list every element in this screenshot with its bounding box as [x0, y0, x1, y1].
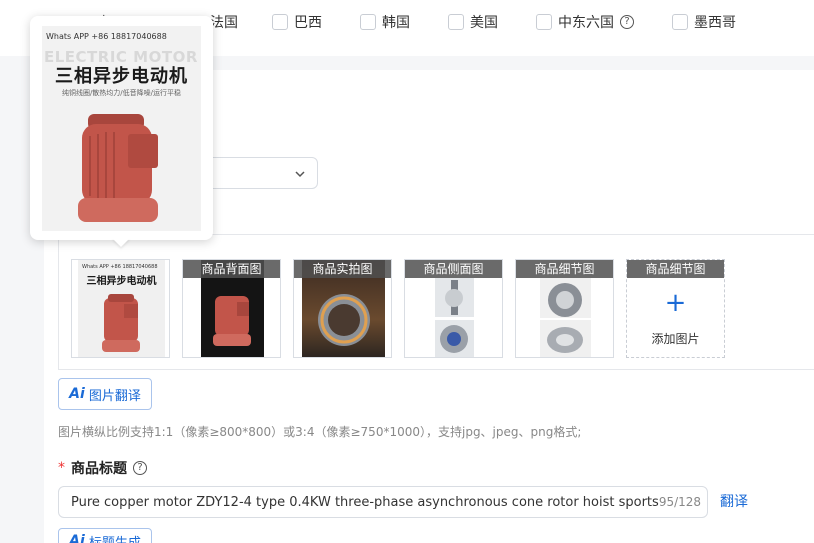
- detail-photo-bottom: [540, 320, 591, 357]
- product-image-main[interactable]: Whats APP +86 18817040688 三相异步电动机: [71, 259, 170, 358]
- country-label: 韩国: [382, 15, 410, 31]
- add-image-button[interactable]: 商品细节图 + 添加图片: [626, 259, 725, 358]
- checkbox[interactable]: [536, 14, 552, 30]
- product-title-heading: * 商品标题 ?: [58, 458, 147, 478]
- stator-image: [318, 294, 370, 346]
- detail-photo-bottom: [435, 320, 474, 357]
- country-option[interactable]: 墨西哥: [672, 12, 736, 32]
- product-image-detail[interactable]: 商品细节图: [515, 259, 614, 358]
- thumb-label: 商品侧面图: [405, 260, 502, 278]
- product-image-back[interactable]: 商品背面图: [182, 259, 281, 358]
- preview-poster: Whats APP +86 18817040688 ELECTRIC MOTOR…: [42, 26, 201, 231]
- button-label: 标题生成: [88, 535, 141, 543]
- country-option[interactable]: 中东六国 ?: [536, 12, 634, 32]
- country-label: 法国: [210, 15, 238, 31]
- section-label: 商品标题: [71, 461, 127, 477]
- country-option[interactable]: 巴西: [272, 12, 322, 32]
- country-option[interactable]: 法国: [210, 12, 238, 32]
- thumb-label: 商品细节图: [627, 260, 724, 278]
- motor-image: [102, 294, 140, 352]
- image-translate-button[interactable]: Ai 图片翻译: [58, 378, 152, 410]
- char-counter: 95/128: [658, 495, 702, 509]
- ai-icon: Ai: [69, 533, 85, 543]
- add-image-text: 添加图片: [651, 332, 700, 346]
- product-title-input[interactable]: Pure copper motor ZDY12-4 type 0.4KW thr…: [58, 486, 708, 518]
- poster-thumb: Whats APP +86 18817040688 三相异步电动机: [78, 260, 165, 357]
- country-label: 中东六国: [558, 15, 614, 31]
- help-icon[interactable]: ?: [620, 15, 634, 29]
- ai-icon: Ai: [69, 386, 85, 402]
- country-label: 巴西: [294, 15, 322, 31]
- motor-image: [78, 114, 158, 222]
- checkbox[interactable]: [672, 14, 688, 30]
- thumb-label: 商品背面图: [183, 260, 280, 278]
- country-label: 墨西哥: [694, 15, 736, 31]
- chevron-down-icon: [295, 171, 305, 178]
- title-generate-button[interactable]: Ai 标题生成: [58, 528, 152, 543]
- popup-arrow: [112, 238, 130, 247]
- image-hint: 图片横纵比例支持1:1（像素≥800*800）或3:4（像素≥750*1000）…: [58, 425, 582, 439]
- plus-icon: +: [664, 288, 687, 318]
- thumb-whatsapp: Whats APP +86 18817040688: [82, 264, 158, 270]
- country-option[interactable]: 韩国: [360, 12, 410, 32]
- poster-title: 三相异步电动机: [55, 66, 188, 87]
- whatsapp-text: Whats APP +86 18817040688: [46, 32, 167, 41]
- help-icon[interactable]: ?: [133, 461, 147, 475]
- thumb-label: 商品实拍图: [294, 260, 391, 278]
- thumb-title: 三相异步电动机: [86, 276, 157, 287]
- required-mark: *: [58, 460, 65, 476]
- checkbox[interactable]: [272, 14, 288, 30]
- checkbox[interactable]: [448, 14, 464, 30]
- country-label: 美国: [470, 15, 498, 31]
- title-value: Pure copper motor ZDY12-4 type 0.4KW thr…: [71, 494, 659, 510]
- checkbox[interactable]: [360, 14, 376, 30]
- thumb-label: 商品细节图: [516, 260, 613, 278]
- category-select[interactable]: [200, 157, 318, 189]
- product-image-side[interactable]: 商品侧面图: [404, 259, 503, 358]
- poster-subtitle: 纯铜线圈/散热均力/低音降噪/运行平稳: [61, 89, 182, 97]
- translate-link[interactable]: 翻译: [720, 491, 748, 511]
- product-image-real[interactable]: 商品实拍图: [293, 259, 392, 358]
- motor-image: [213, 296, 251, 346]
- country-option[interactable]: 美国: [448, 12, 498, 32]
- button-label: 图片翻译: [88, 388, 141, 404]
- detail-photo-top: [540, 278, 591, 318]
- detail-photo-top: [435, 278, 474, 317]
- image-preview-popup: Whats APP +86 18817040688 ELECTRIC MOTOR…: [30, 16, 213, 240]
